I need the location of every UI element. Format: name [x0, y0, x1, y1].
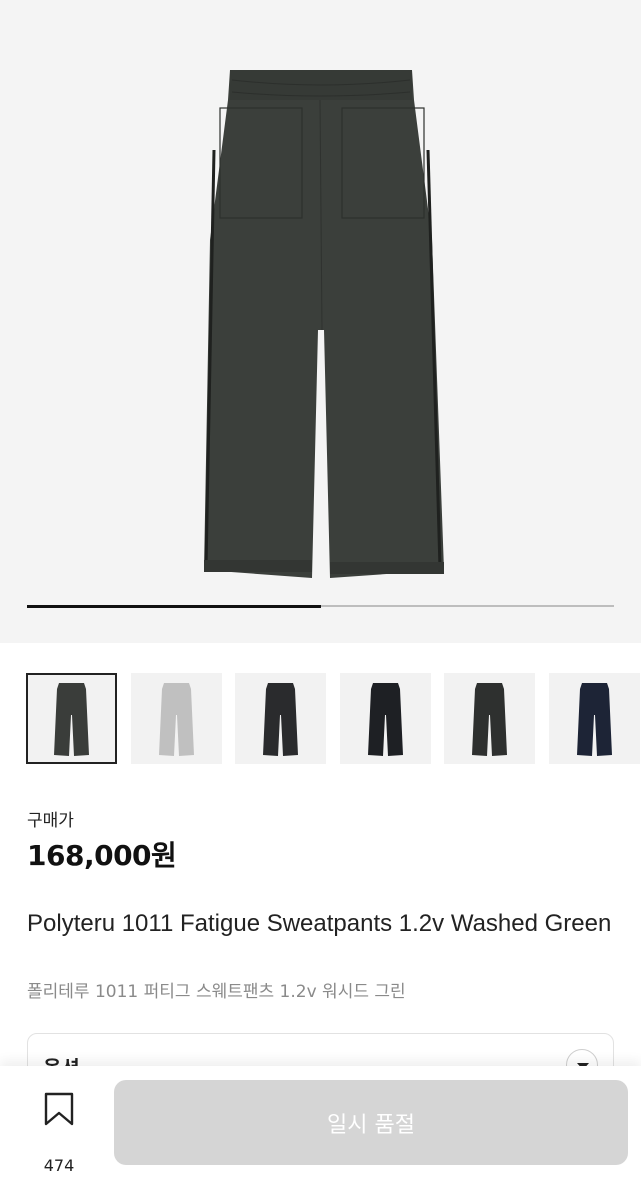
thumbnail-pants-image: [367, 683, 403, 756]
thumbnail-strip[interactable]: [26, 673, 641, 765]
thumbnail-6[interactable]: [548, 673, 640, 764]
thumbnail-3[interactable]: [235, 673, 326, 764]
bottom-action-bar: 474 일시 품절: [0, 1066, 641, 1200]
product-title-en: Polyteru 1011 Fatigue Sweatpants 1.2v Wa…: [27, 910, 612, 937]
price-label: 구매가: [27, 811, 74, 831]
thumbnail-2[interactable]: [130, 673, 222, 764]
thumbnail-pants-image: [576, 683, 612, 756]
thumbnail-pants-image: [472, 683, 507, 756]
thumbnail-1[interactable]: [26, 673, 117, 764]
bookmark-count: 474: [43, 1156, 75, 1175]
sold-out-button[interactable]: 일시 품절: [114, 1080, 628, 1165]
bookmark-icon: [44, 1092, 74, 1126]
product-image-carousel[interactable]: [0, 0, 641, 643]
price-value: 168,000원: [27, 839, 177, 872]
thumbnail-pants-image: [54, 683, 89, 756]
product-title-ko: 폴리테루 1011 퍼티그 스웨트팬츠 1.2v 워시드 그린: [27, 982, 406, 1002]
carousel-progress-fill: [27, 604, 321, 608]
thumbnail-5[interactable]: [444, 673, 535, 764]
pants-main-image: [204, 70, 444, 578]
thumbnail-pants-image: [263, 683, 298, 756]
bookmark-button[interactable]: 474: [36, 1092, 82, 1175]
carousel-progress-bar: [27, 604, 614, 608]
thumbnail-4[interactable]: [339, 673, 431, 764]
thumbnail-pants-image: [158, 683, 194, 756]
